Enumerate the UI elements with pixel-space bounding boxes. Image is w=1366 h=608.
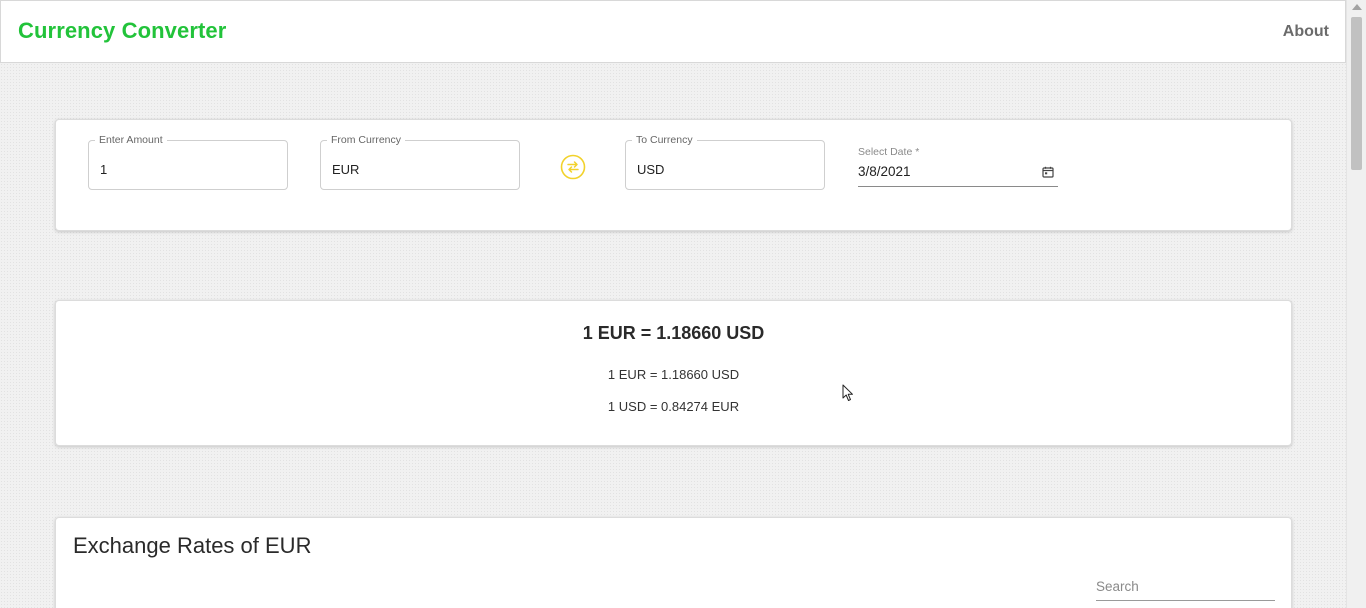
conversion-result-card: 1 EUR = 1.18660 USD 1 EUR = 1.18660 USD …	[55, 300, 1292, 446]
to-currency-select[interactable]: To Currency USD	[625, 134, 825, 190]
from-currency-select[interactable]: From Currency EUR	[320, 134, 520, 190]
date-picker-field[interactable]: Select Date * 3/8/2021	[858, 146, 1058, 187]
amount-field[interactable]: Enter Amount 1	[88, 134, 288, 190]
from-currency-label: From Currency	[327, 134, 406, 146]
inverse-rate-text: 1 USD = 0.84274 EUR	[607, 399, 740, 414]
exchange-rates-card: Exchange Rates of EUR Search	[55, 517, 1292, 608]
date-picker-label: Select Date *	[858, 146, 920, 158]
exchange-rates-title: Exchange Rates of EUR	[73, 533, 312, 558]
rates-search-placeholder: Search	[1096, 579, 1139, 594]
from-currency-value[interactable]: EUR	[332, 162, 359, 177]
about-link[interactable]: About	[1283, 23, 1329, 41]
calendar-icon[interactable]	[1042, 166, 1054, 178]
app-title[interactable]: Currency Converter	[18, 18, 226, 44]
scroll-up-arrow-icon[interactable]	[1352, 4, 1362, 10]
swap-arrows-icon	[560, 154, 586, 180]
scroll-thumb[interactable]	[1351, 17, 1362, 170]
forward-rate-text: 1 EUR = 1.18660 USD	[607, 367, 740, 382]
page-scrollbar[interactable]	[1346, 0, 1366, 608]
rates-search-input[interactable]: Search	[1096, 576, 1275, 601]
date-picker-value[interactable]: 3/8/2021	[858, 164, 911, 179]
to-currency-value[interactable]: USD	[637, 162, 664, 177]
swap-currencies-button[interactable]	[560, 154, 586, 180]
amount-field-label: Enter Amount	[95, 134, 167, 146]
mouse-pointer-icon	[842, 384, 853, 401]
converter-card: Enter Amount 1 From Currency EUR To Curr…	[55, 119, 1292, 231]
top-navbar: Currency Converter About	[0, 0, 1346, 63]
amount-field-value[interactable]: 1	[100, 162, 107, 177]
to-currency-label: To Currency	[632, 134, 697, 146]
conversion-headline: 1 EUR = 1.18660 USD	[582, 323, 765, 343]
